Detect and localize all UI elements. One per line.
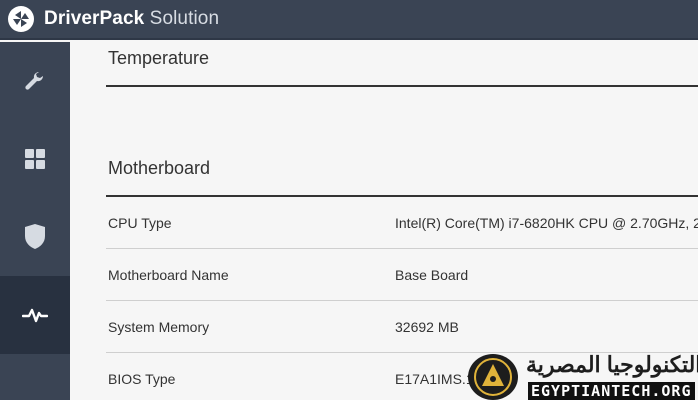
cpu-type-value: Intel(R) Core(TM) i7-6820HK CPU @ 2.70GH…: [395, 215, 698, 231]
watermark-arabic-text: التكنولوجيا المصرية: [526, 352, 698, 377]
main-content: Temperature Motherboard CPU Type Intel(R…: [70, 42, 698, 400]
title-bar: DriverPack Solution: [0, 0, 698, 40]
motherboard-name-label: Motherboard Name: [108, 267, 229, 283]
driverpack-logo-icon[interactable]: [8, 6, 34, 32]
watermark: التكنولوجيا المصرية EGYPTIANTECH.ORG: [468, 352, 698, 400]
wrench-icon: [25, 71, 44, 90]
pulse-icon: [22, 308, 48, 323]
watermark-emblem-icon: [468, 354, 518, 400]
cpu-type-label: CPU Type: [108, 215, 172, 231]
app-title-bold: DriverPack: [44, 8, 145, 29]
row-divider: [106, 300, 698, 301]
grid-icon: [25, 149, 45, 169]
motherboard-divider: [106, 195, 698, 197]
row-divider: [106, 248, 698, 249]
motherboard-name-value: Base Board: [395, 267, 469, 283]
watermark-url-text: EGYPTIANTECH.ORG: [528, 382, 695, 400]
sidebar-item-apps[interactable]: [0, 120, 70, 198]
temperature-divider: [106, 85, 698, 87]
sidebar-item-protection[interactable]: [0, 198, 70, 276]
bios-type-label: BIOS Type: [108, 371, 176, 387]
sidebar: [0, 42, 70, 400]
system-memory-label: System Memory: [108, 319, 210, 335]
shield-icon: [25, 224, 45, 249]
motherboard-section-title: Motherboard: [108, 158, 211, 178]
app-title-light: Solution: [144, 8, 220, 29]
system-memory-value: 32692 MB: [395, 319, 459, 335]
sidebar-item-tools[interactable]: [0, 42, 70, 120]
temperature-section-title: Temperature: [108, 48, 210, 68]
app-title: DriverPack Solution: [44, 8, 219, 30]
sidebar-item-diagnostics[interactable]: [0, 276, 70, 354]
